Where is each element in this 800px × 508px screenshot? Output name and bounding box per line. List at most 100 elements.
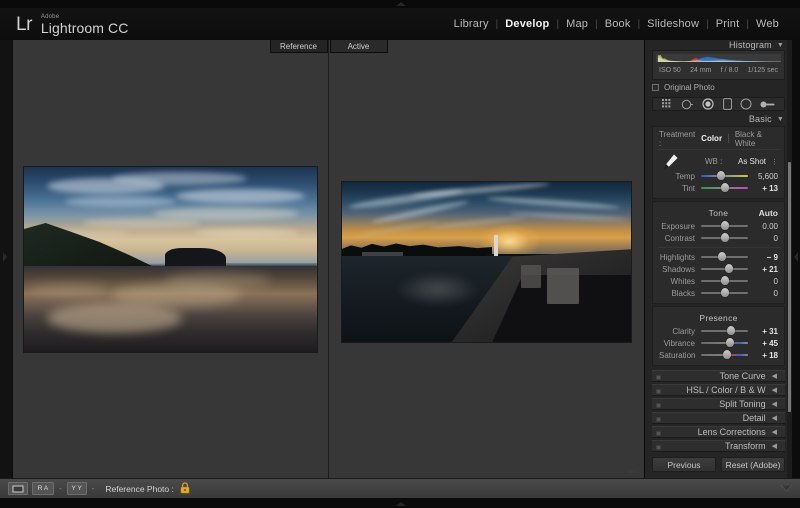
basic-panel-header[interactable]: Basic ▼ (645, 114, 792, 124)
panel-transform[interactable]: Transform ◀ (652, 440, 785, 452)
histogram-panel-header[interactable]: Histogram ▼ (645, 40, 792, 50)
spot-removal-tool-icon[interactable] (681, 99, 694, 110)
slider-handle[interactable] (722, 350, 731, 359)
red-eye-tool-icon[interactable] (702, 98, 714, 110)
reference-pane[interactable] (13, 40, 329, 478)
slider-shadows[interactable]: Shadows + 21 (653, 263, 784, 275)
active-photo[interactable] (342, 182, 631, 342)
original-photo-checkbox[interactable] (652, 84, 659, 91)
slider-track[interactable] (701, 342, 748, 344)
top-panel-collapse-arrow[interactable] (396, 2, 406, 6)
slider-value[interactable]: 0 (748, 289, 778, 298)
canvas-options-arrow[interactable] (626, 470, 636, 474)
slider-handle[interactable] (726, 326, 735, 335)
slider-value[interactable]: − 9 (748, 253, 778, 262)
panel-enable-switch[interactable] (656, 431, 661, 436)
module-develop[interactable]: Develop (498, 18, 556, 30)
slider-vibrance[interactable]: Vibrance + 45 (653, 337, 784, 349)
slider-highlights[interactable]: Highlights − 9 (653, 251, 784, 263)
basic-presence-section: Presence Clarity + 31 Vibrance + 45 Satu… (652, 306, 785, 366)
slider-value[interactable]: 5,600 (748, 172, 778, 181)
slider-value[interactable]: + 13 (748, 184, 778, 193)
slider-handle[interactable] (721, 183, 730, 192)
left-panel-collapsed-strip[interactable] (0, 40, 12, 478)
bottom-panel-collapse-arrow[interactable] (396, 502, 406, 506)
slider-saturation[interactable]: Saturation + 18 (653, 349, 784, 361)
reference-photo[interactable] (24, 166, 317, 352)
module-book[interactable]: Book (598, 18, 638, 30)
tab-active[interactable]: Active (329, 40, 388, 53)
adjustment-brush-tool-icon[interactable] (760, 100, 775, 109)
wb-preset-value[interactable]: As Shot (738, 157, 766, 166)
slider-blacks[interactable]: Blacks 0 (653, 287, 784, 299)
panel-label: HSL / Color / B & W (686, 385, 766, 395)
slider-handle[interactable] (718, 252, 727, 261)
slider-contrast[interactable]: Contrast 0 (653, 232, 784, 244)
slider-handle[interactable] (720, 276, 729, 285)
right-panel-collapsed-strip[interactable] (792, 40, 800, 478)
slider-value[interactable]: + 31 (748, 327, 778, 336)
lock-icon[interactable] (180, 481, 190, 496)
wb-dropdown-icon[interactable]: ⋮ (771, 158, 778, 166)
module-slideshow[interactable]: Slideshow (640, 18, 706, 30)
graduated-filter-tool-icon[interactable] (722, 98, 732, 110)
panel-tone-curve[interactable]: Tone Curve ◀ (652, 370, 785, 382)
panel-enable-switch[interactable] (656, 417, 661, 422)
slider-handle[interactable] (720, 233, 729, 242)
previous-button[interactable]: Previous (652, 457, 716, 472)
panel-enable-switch[interactable] (656, 403, 661, 408)
module-library[interactable]: Library (447, 18, 496, 30)
panel-hsl-color-bw[interactable]: HSL / Color / B & W ◀ (652, 384, 785, 396)
panel-label: Transform (724, 441, 766, 451)
treatment-bw-button[interactable]: Black & White (729, 130, 778, 148)
basic-title: Basic (748, 114, 772, 124)
slider-handle[interactable] (726, 338, 735, 347)
slider-track[interactable] (701, 330, 748, 332)
slider-exposure[interactable]: Exposure 0.00 (653, 220, 784, 232)
slider-clarity[interactable]: Clarity + 31 (653, 325, 784, 337)
identity-plate[interactable]: Lr Adobe Lightroom CC (0, 14, 128, 35)
active-pane[interactable] (329, 40, 644, 478)
panel-enable-switch[interactable] (656, 375, 661, 380)
right-panel-collapse-arrow[interactable] (794, 252, 798, 262)
slider-handle[interactable] (720, 288, 729, 297)
auto-tone-button[interactable]: Auto (759, 208, 778, 218)
reset-button[interactable]: Reset (Adobe) (721, 457, 785, 472)
panel-split-toning[interactable]: Split Toning ◀ (652, 398, 785, 410)
loupe-view-button[interactable] (8, 482, 28, 495)
scrollbar-thumb[interactable] (788, 162, 791, 412)
slider-label: Highlights (659, 252, 695, 262)
radial-filter-tool-icon[interactable] (740, 98, 752, 110)
panel-enable-switch[interactable] (656, 445, 661, 450)
slider-value[interactable]: + 45 (748, 339, 778, 348)
slider-tint[interactable]: Tint + 13 (653, 182, 784, 194)
left-panel-collapse-arrow[interactable] (3, 252, 7, 262)
compare-view-button[interactable]: R A (32, 482, 54, 495)
treatment-color-button[interactable]: Color (695, 134, 728, 143)
module-print[interactable]: Print (709, 18, 747, 30)
slider-value[interactable]: 0 (748, 234, 778, 243)
module-web[interactable]: Web (749, 18, 786, 30)
survey-view-button[interactable]: Y Y (66, 482, 87, 495)
slider-value[interactable]: + 21 (748, 265, 778, 274)
slider-handle[interactable] (725, 264, 734, 273)
white-balance-selector-icon[interactable] (658, 153, 680, 173)
panel-lens-corrections[interactable]: Lens Corrections ◀ (652, 426, 785, 438)
slider-label: Clarity (672, 326, 695, 336)
toolbar-options-arrow[interactable] (780, 484, 793, 494)
slider-handle[interactable] (720, 221, 729, 230)
panel-enable-switch[interactable] (656, 389, 661, 394)
original-photo-row[interactable]: Original Photo (652, 83, 785, 92)
slider-value[interactable]: 0.00 (748, 222, 778, 231)
image-canvas[interactable]: Reference Active (12, 40, 644, 478)
reference-photo-control[interactable]: Reference Photo : (105, 481, 190, 496)
slider-whites[interactable]: Whites 0 (653, 275, 784, 287)
slider-value[interactable]: + 18 (748, 351, 778, 360)
panel-detail[interactable]: Detail ◀ (652, 412, 785, 424)
histogram-widget[interactable]: ISO 50 24 mm f / 8.0 1/125 sec (652, 50, 785, 80)
tab-reference[interactable]: Reference (269, 40, 328, 53)
slider-value[interactable]: 0 (748, 277, 778, 286)
slider-handle[interactable] (717, 171, 726, 180)
module-map[interactable]: Map (559, 18, 595, 30)
crop-overlay-tool-icon[interactable] (662, 98, 673, 110)
